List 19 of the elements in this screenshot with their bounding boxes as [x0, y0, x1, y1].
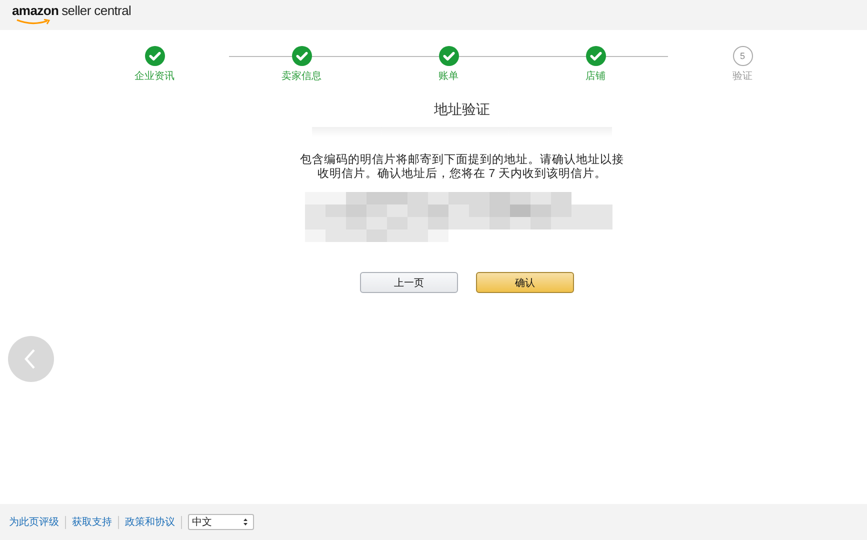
footer-link[interactable]: 政策和协议 [125, 515, 175, 529]
step-label: 账单 [438, 70, 458, 83]
footer-link[interactable]: 获取支持 [72, 515, 112, 529]
footer-link[interactable]: 为此页评级 [9, 515, 59, 529]
step-label: 卖家信息 [282, 70, 322, 83]
previous-arrow-button[interactable] [8, 336, 54, 382]
logo-product-text: seller central [62, 3, 132, 18]
confirm-button[interactable]: 确认 [476, 272, 574, 293]
step-label: 企业资讯 [134, 70, 174, 83]
back-button[interactable]: 上一页 [360, 272, 458, 293]
step-label: 店铺 [586, 70, 606, 83]
logo-brand-text: amazon [12, 3, 59, 18]
page-title: 地址验证 [434, 101, 490, 119]
step-number: 5 [732, 46, 752, 66]
language-select[interactable]: 中文 [188, 514, 254, 530]
instruction-text: 包含编码的明信片将邮寄到下面提到的地址。请确认地址以接收明信片。确认地址后，您将在 7 天内收到该明信片。 [299, 153, 625, 181]
smile-arrow-icon [16, 19, 52, 25]
step-label: 验证 [732, 70, 752, 83]
updown-arrow-icon [243, 518, 248, 526]
